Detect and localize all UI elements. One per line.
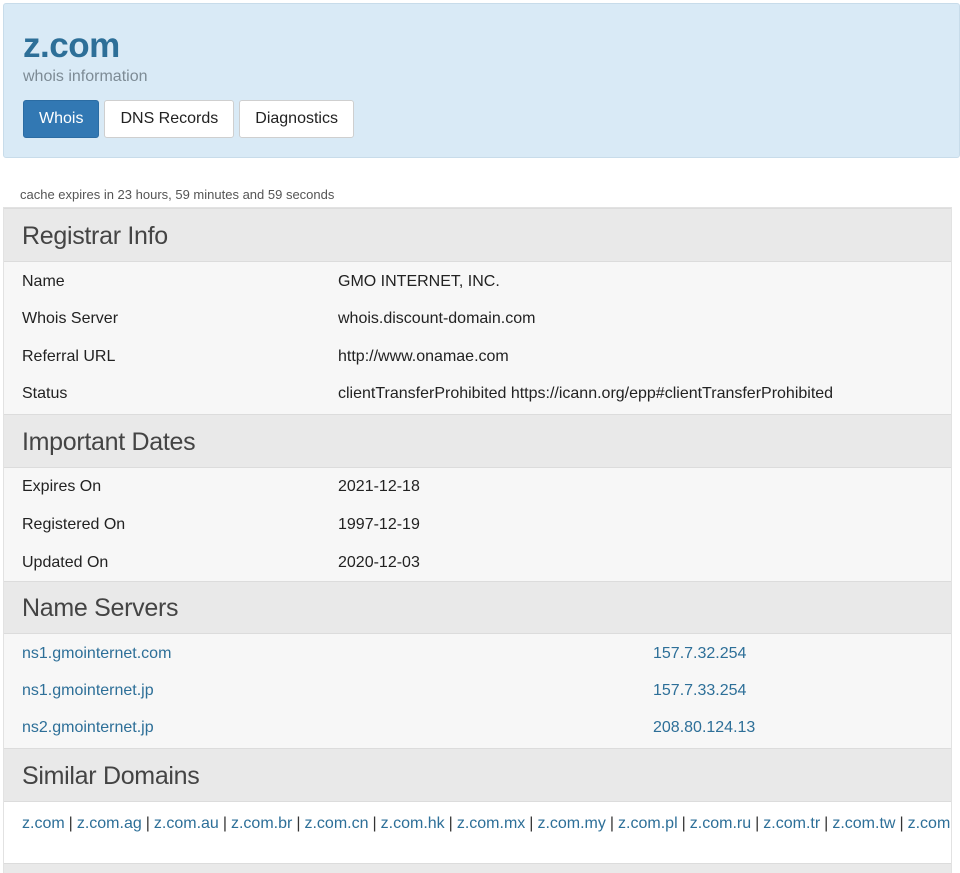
similar-domain-link[interactable]: z.com.my xyxy=(537,815,605,832)
registrar-info-title: Registrar Info xyxy=(22,222,168,250)
separator: | xyxy=(296,815,301,832)
similar-domain-link[interactable]: z.com.ru xyxy=(690,815,751,832)
nameserver-ip-link[interactable]: 157.7.32.254 xyxy=(653,644,746,664)
separator: | xyxy=(145,815,150,832)
similar-domains-list: z.com | z.com.ag | z.com.au | z.com.br | z.com.c… xyxy=(22,812,951,835)
separator: | xyxy=(824,815,829,832)
separator: | xyxy=(372,815,377,832)
tab-diagnostics[interactable]: Diagnostics xyxy=(239,100,354,138)
nameserver-ip-link[interactable]: 208.80.124.13 xyxy=(653,718,755,738)
similar-domain-link[interactable]: z.com.pl xyxy=(618,815,678,832)
domain-subtitle: whois information xyxy=(23,68,148,85)
whois-panel: Registrar Info Name GMO INTERNET, INC. W… xyxy=(3,207,952,873)
row-label: Whois Server xyxy=(22,310,119,327)
registrar-row: Name GMO INTERNET, INC. xyxy=(4,263,951,300)
row-value: whois.discount-domain.com xyxy=(338,310,536,327)
separator: | xyxy=(68,815,73,832)
separator: | xyxy=(681,815,686,832)
row-label: Status xyxy=(22,385,68,402)
name-servers-heading: Name Servers xyxy=(4,581,951,634)
nameserver-host-link[interactable]: ns2.gmointernet.jp xyxy=(22,718,154,738)
separator: | xyxy=(899,815,904,832)
similar-domain-link[interactable]: z.com.ag xyxy=(77,815,142,832)
row-value: 2020-12-03 xyxy=(338,554,420,571)
date-row: Registered On 1997-12-19 xyxy=(4,506,951,543)
registrar-row: Referral URL http://www.onamae.com xyxy=(4,338,951,375)
row-label: Expires On xyxy=(22,478,102,495)
similar-domain-link[interactable]: z.com.cn xyxy=(304,815,368,832)
domain-header: z.com whois information Whois DNS Record… xyxy=(3,3,960,158)
separator: | xyxy=(529,815,534,832)
separator: | xyxy=(222,815,227,832)
row-label: Updated On xyxy=(22,554,109,571)
nameserver-row: ns1.gmointernet.com 157.7.32.254 xyxy=(4,635,951,672)
registrar-row: Status clientTransferProhibited https://… xyxy=(4,375,951,412)
nameserver-ip-link[interactable]: 157.7.33.254 xyxy=(653,681,746,701)
similar-domain-link[interactable]: z.com xyxy=(22,815,65,832)
important-dates-heading: Important Dates xyxy=(4,414,951,468)
tab-bar: Whois DNS Records Diagnostics xyxy=(23,100,359,138)
separator: | xyxy=(609,815,615,832)
panel-footer xyxy=(4,863,951,873)
similar-domain-link[interactable]: z.com.tr xyxy=(763,815,820,832)
tab-dns-records[interactable]: DNS Records xyxy=(104,100,235,138)
date-row: Updated On 2020-12-03 xyxy=(4,544,951,581)
nameserver-row: ns1.gmointernet.jp 157.7.33.254 xyxy=(4,672,951,709)
nameserver-host-link[interactable]: ns1.gmointernet.jp xyxy=(22,681,154,701)
tab-whois[interactable]: Whois xyxy=(23,100,100,138)
nameserver-host-link[interactable]: ns1.gmointernet.com xyxy=(22,644,171,664)
similar-domain-link[interactable]: z.com.hk xyxy=(381,815,445,832)
row-value: 2021-12-18 xyxy=(338,478,420,495)
row-label: Referral URL xyxy=(22,348,116,365)
name-servers-title: Name Servers xyxy=(22,594,179,622)
registrar-info-section: Name GMO INTERNET, INC. Whois Server who… xyxy=(4,262,951,414)
name-servers-section: ns1.gmointernet.com 157.7.32.254 ns1.gmo… xyxy=(4,634,951,748)
similar-domain-link[interactable]: z.com.ua xyxy=(908,815,951,832)
separator: | xyxy=(755,815,760,832)
registrar-info-heading: Registrar Info xyxy=(4,208,951,262)
similar-domains-heading: Similar Domains xyxy=(4,748,951,802)
registrar-row: Whois Server whois.discount-domain.com xyxy=(4,300,951,337)
row-value: http://www.onamae.com xyxy=(338,348,509,365)
row-value: clientTransferProhibited https://icann.o… xyxy=(338,385,834,402)
row-value: 1997-12-19 xyxy=(338,516,420,533)
date-row: Expires On 2021-12-18 xyxy=(4,468,951,505)
important-dates-section: Expires On 2021-12-18 Registered On 1997… xyxy=(4,468,951,581)
similar-domain-link[interactable]: z.com.br xyxy=(231,815,292,832)
similar-domain-link[interactable]: z.com.tw xyxy=(832,815,895,832)
similar-domains-title: Similar Domains xyxy=(22,762,200,790)
cache-expiry-note: cache expires in 23 hours, 59 minutes an… xyxy=(20,187,335,202)
important-dates-title: Important Dates xyxy=(22,428,196,456)
nameserver-row: ns2.gmointernet.jp 208.80.124.13 xyxy=(4,709,951,746)
row-label: Registered On xyxy=(22,516,126,533)
separator: | xyxy=(448,815,453,832)
domain-title: z.com xyxy=(23,26,120,65)
similar-domain-link[interactable]: z.com.au xyxy=(154,815,219,832)
row-value: GMO INTERNET, INC. xyxy=(338,273,500,290)
similar-domain-link[interactable]: z.com.mx xyxy=(457,815,525,832)
row-label: Name xyxy=(22,273,65,290)
